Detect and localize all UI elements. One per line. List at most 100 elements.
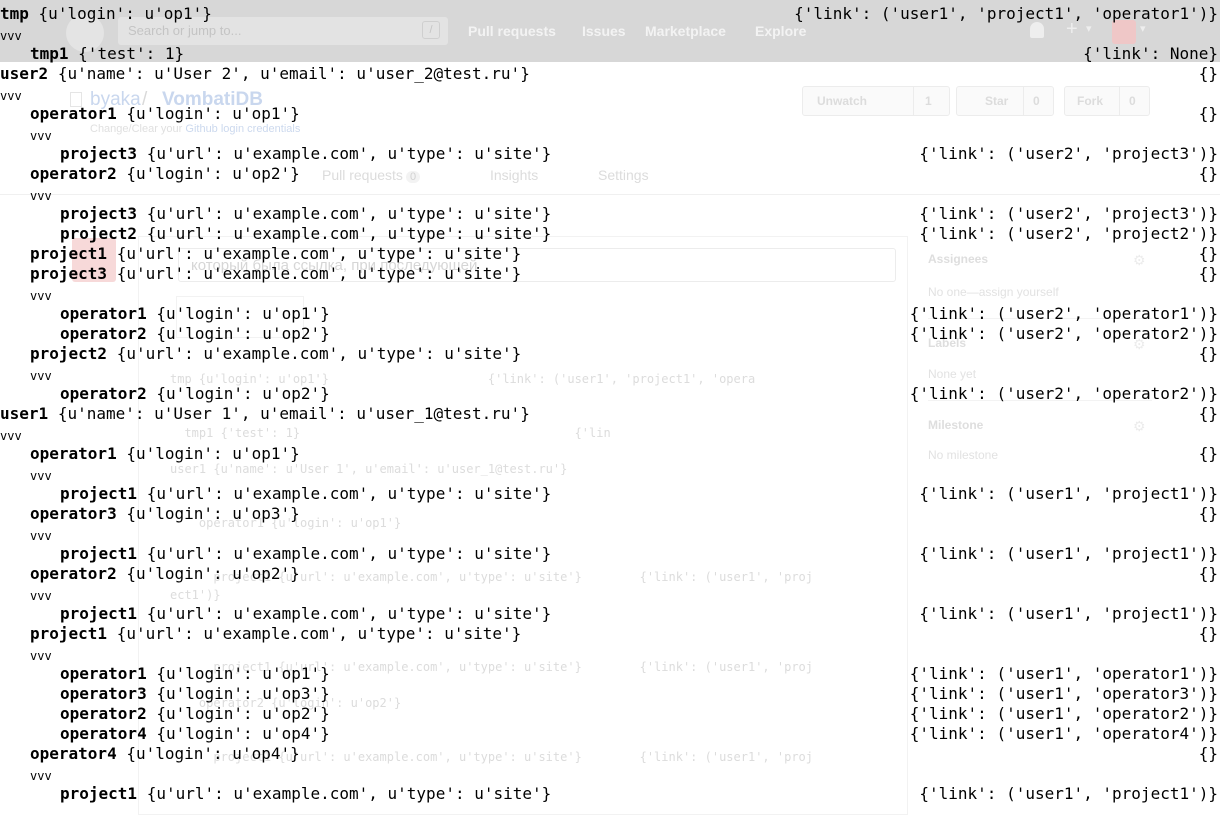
tree-row: operator3 {u'login': u'op3'} {} (0, 504, 1220, 524)
node-value: {'test': 1} (78, 44, 185, 63)
tree-entry: operator2 {u'login': u'op2'} (60, 706, 330, 722)
tree-row: operator2 {u'login': u'op2'} {'link': ('u… (0, 704, 1220, 724)
tree-separator: vvv (30, 649, 52, 663)
tree-separator-row: vvv (0, 24, 1220, 44)
node-meta: {'link': ('user2', 'operator2')} (909, 324, 1218, 343)
node-value: {u'login': u'op1'} (126, 444, 300, 463)
tree-entry: project1 {u'url': u'example.com', u'type… (30, 626, 521, 642)
tree-separator: vvv (30, 529, 52, 543)
node-key: project1 (30, 624, 108, 643)
tree-separator-row: vvv (0, 184, 1220, 204)
tree-entry: operator3 {u'login': u'op3'} (60, 686, 330, 702)
node-key: operator3 (30, 504, 117, 523)
node-key: project1 (60, 604, 138, 623)
node-key: operator2 (60, 324, 147, 343)
tree-separator: vvv (0, 29, 22, 43)
node-key: project3 (30, 264, 108, 283)
node-value: {u'name': u'User 2', u'email': u'user_2@… (57, 64, 530, 83)
tree-entry: operator4 {u'login': u'op4'} (60, 726, 330, 742)
tree-separator: vvv (30, 129, 52, 143)
node-meta: {} (1198, 244, 1218, 263)
tree-separator: vvv (30, 369, 52, 383)
tree-row: project2 {u'url': u'example.com', u'type… (0, 224, 1220, 244)
tree-entry: operator1 {u'login': u'op1'} (60, 306, 330, 322)
tree-separator: vvv (30, 769, 52, 783)
node-value: {u'url': u'example.com', u'type': u'site… (116, 344, 522, 363)
tree-entry: project3 {u'url': u'example.com', u'type… (60, 206, 551, 222)
node-key: operator2 (30, 164, 117, 183)
tree-entry: tmp {u'login': u'op1'} (0, 6, 212, 22)
node-meta: {} (1198, 504, 1218, 523)
node-value: {u'login': u'op2'} (156, 324, 330, 343)
node-meta: {'link': ('user1', 'operator4')} (909, 724, 1218, 743)
tree-entry: operator2 {u'login': u'op2'} (60, 326, 330, 342)
tree-entry: project1 {u'url': u'example.com', u'type… (30, 246, 521, 262)
node-key: operator1 (30, 104, 117, 123)
node-value: {u'url': u'example.com', u'type': u'site… (146, 484, 552, 503)
tree-entry: operator1 {u'login': u'op1'} (30, 106, 300, 122)
node-key: project3 (60, 204, 138, 223)
tree-row: user2 {u'name': u'User 2', u'email': u'u… (0, 64, 1220, 84)
tree-entry: operator2 {u'login': u'op2'} (30, 566, 300, 582)
tree-entry: project2 {u'url': u'example.com', u'type… (60, 226, 551, 242)
tree-row: project1 {u'url': u'example.com', u'type… (0, 244, 1220, 264)
tree-entry: project3 {u'url': u'example.com', u'type… (60, 146, 551, 162)
tree-separator-row: vvv (0, 84, 1220, 104)
node-value: {u'login': u'op1'} (156, 664, 330, 683)
tree-separator: vvv (30, 189, 52, 203)
node-meta: {'link': None} (1083, 44, 1218, 63)
tree-separator-row: vvv (0, 364, 1220, 384)
node-value: {u'url': u'example.com', u'type': u'site… (146, 204, 552, 223)
tree-separator-row: vvv (0, 524, 1220, 544)
tree-row: operator4 {u'login': u'op4'} {} (0, 744, 1220, 764)
tree-entry: user1 {u'name': u'User 1', u'email': u'u… (0, 406, 530, 422)
tree-separator-row: vvv (0, 284, 1220, 304)
node-meta: {'link': ('user1', 'project1', 'operator… (794, 4, 1218, 23)
node-key: operator1 (60, 304, 147, 323)
node-meta: {} (1198, 564, 1218, 583)
node-key: user1 (0, 404, 49, 423)
tree-separator: vvv (30, 289, 52, 303)
node-value: {u'url': u'example.com', u'type': u'site… (146, 144, 552, 163)
tree-row: operator1 {u'login': u'op1'} {} (0, 444, 1220, 464)
node-meta: {} (1198, 444, 1218, 463)
node-key: operator4 (60, 724, 147, 743)
node-key: project1 (60, 544, 138, 563)
tree-row: operator4 {u'login': u'op4'} {'link': ('u… (0, 724, 1220, 744)
tree-row: operator1 {u'login': u'op1'} {'link': ('u… (0, 304, 1220, 324)
tree-entry: project2 {u'url': u'example.com', u'type… (30, 346, 521, 362)
tree-separator-row: vvv (0, 424, 1220, 444)
tree-separator: vvv (0, 429, 22, 443)
tree-row: project1 {u'url': u'example.com', u'type… (0, 604, 1220, 624)
node-value: {u'login': u'op3'} (126, 504, 300, 523)
tree-entry: project1 {u'url': u'example.com', u'type… (60, 486, 551, 502)
tree-separator-row: vvv (0, 644, 1220, 664)
node-meta: {} (1198, 404, 1218, 423)
tree-row: user1 {u'name': u'User 1', u'email': u'u… (0, 404, 1220, 424)
node-key: operator2 (60, 384, 147, 403)
tree-row: operator2 {u'login': u'op2'} {'link': ('u… (0, 384, 1220, 404)
node-value: {u'login': u'op1'} (156, 304, 330, 323)
node-key: operator1 (30, 444, 117, 463)
node-key: tmp1 (30, 44, 69, 63)
node-value: {u'url': u'example.com', u'type': u'site… (116, 244, 522, 263)
node-meta: {'link': ('user2', 'project3')} (919, 204, 1218, 223)
node-value: {u'login': u'op1'} (38, 4, 212, 23)
node-key: project2 (30, 344, 108, 363)
tree-row: project1 {u'url': u'example.com', u'type… (0, 624, 1220, 644)
tree-row: operator2 {u'login': u'op2'} {'link': ('u… (0, 324, 1220, 344)
node-meta: {} (1198, 104, 1218, 123)
tree-entry: tmp1 {'test': 1} (30, 46, 184, 62)
node-value: {u'login': u'op2'} (126, 564, 300, 583)
node-value: {u'login': u'op4'} (126, 744, 300, 763)
node-key: operator3 (60, 684, 147, 703)
node-key: project1 (30, 244, 108, 263)
node-meta: {'link': ('user2', 'operator1')} (909, 304, 1218, 323)
node-meta: {'link': ('user1', 'project1')} (919, 484, 1218, 503)
node-meta: {'link': ('user1', 'project1')} (919, 544, 1218, 563)
tree-row: project1 {u'url': u'example.com', u'type… (0, 544, 1220, 564)
node-value: {u'login': u'op2'} (126, 164, 300, 183)
node-value: {u'login': u'op1'} (126, 104, 300, 123)
node-key: project2 (60, 224, 138, 243)
tree-entry: operator4 {u'login': u'op4'} (30, 746, 300, 762)
